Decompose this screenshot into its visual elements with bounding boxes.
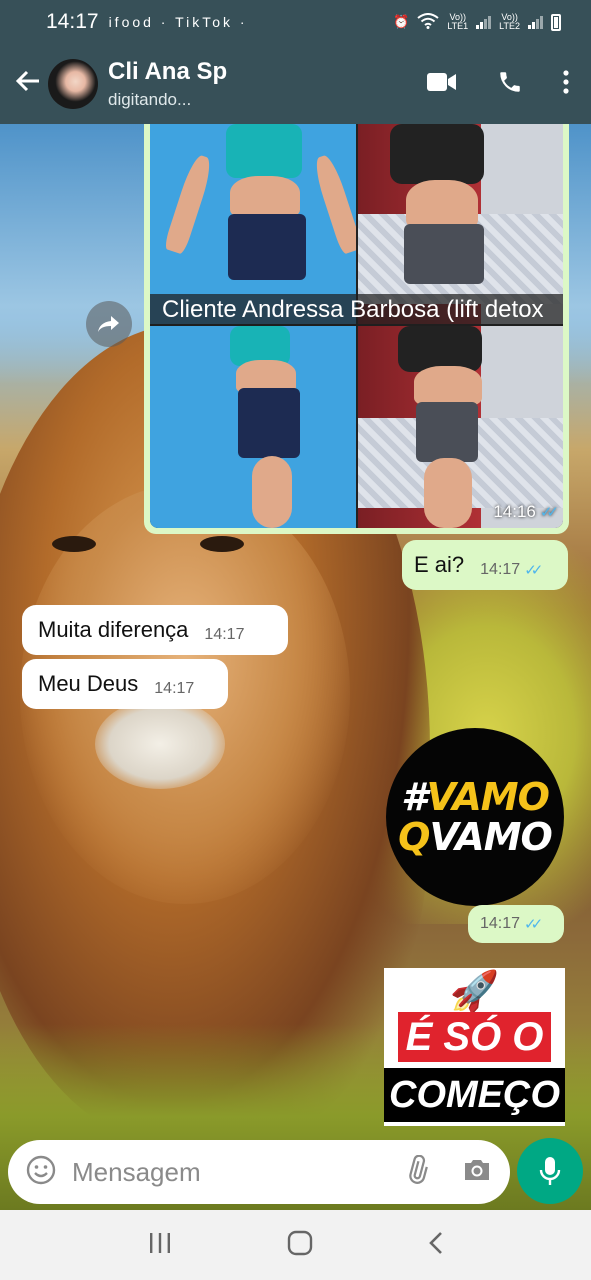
message-text: Muita diferença: [38, 617, 189, 642]
sticker-vamo-q-vamo[interactable]: #VAMO QVAMO: [386, 728, 564, 906]
sticker-line-2: COMEÇO: [384, 1068, 565, 1122]
incoming-message[interactable]: Muita diferença 14:17: [22, 605, 288, 655]
notification-icons: ifood · TikTok ·: [108, 14, 248, 30]
message-time: 14:17: [480, 915, 521, 932]
message-time: 14:17: [204, 626, 245, 643]
signal-2-icon: [528, 15, 543, 29]
message-meta: 14:17: [204, 626, 244, 644]
emoji-icon[interactable]: [26, 1155, 56, 1190]
image-caption-overlay: Cliente Andressa Barbosa (lift detox: [150, 294, 563, 326]
system-nav-bar: [0, 1210, 591, 1280]
typing-status: digitando...: [108, 90, 192, 109]
avatar[interactable]: [48, 59, 98, 109]
message-text: E ai?: [414, 552, 465, 577]
forward-button[interactable]: [86, 301, 132, 347]
attach-icon[interactable]: [402, 1154, 432, 1190]
sim2-indicator: Vo)) LTE2: [499, 12, 520, 31]
read-ticks-icon: ✓✓: [524, 562, 543, 579]
mic-button[interactable]: [517, 1138, 583, 1204]
message-text: Meu Deus: [38, 671, 139, 696]
alarm-icon: ⏰: [393, 14, 410, 29]
wifi-icon: [417, 12, 439, 32]
chat-header: Cli Ana Sp digitando...: [0, 44, 591, 124]
battery-icon: [551, 13, 561, 31]
message-input[interactable]: [72, 1156, 372, 1188]
status-bar: 14:17 ifood · TikTok · ⏰ Vo)) LTE1 Vo)) LT…: [0, 0, 591, 44]
message-meta: 14:17: [154, 680, 194, 698]
sim1-indicator: Vo)) LTE1: [447, 12, 469, 31]
contact-name: Cli Ana Sp: [108, 58, 228, 85]
home-icon[interactable]: [287, 1230, 313, 1261]
sticker-line-1: É SÓ O: [397, 1012, 552, 1062]
message-meta: 14:16 ✓✓: [493, 502, 559, 522]
message-time: 14:17: [154, 680, 195, 697]
incoming-message[interactable]: Meu Deus 14:17: [22, 659, 228, 709]
recent-apps-icon[interactable]: [148, 1232, 172, 1259]
read-ticks-icon: ✓✓: [524, 916, 543, 933]
status-time: 14:17: [46, 10, 99, 33]
signal-1-icon: [476, 15, 492, 29]
more-vert-icon[interactable]: [563, 69, 569, 99]
back-arrow-icon[interactable]: [8, 67, 48, 101]
message-composer: [8, 1140, 510, 1204]
sticker-e-so-o-comeco[interactable]: 🚀 É SÓ O COMEÇO: [384, 968, 565, 1126]
message-time: 14:16: [493, 502, 536, 521]
before-after-photo[interactable]: Cliente Andressa Barbosa (lift detox 14:…: [150, 124, 563, 528]
image-message[interactable]: Cliente Andressa Barbosa (lift detox 14:…: [144, 124, 569, 534]
outgoing-message[interactable]: E ai? 14:17 ✓✓: [402, 540, 568, 590]
read-ticks-icon: ✓✓: [539, 504, 559, 521]
message-meta: 14:17 ✓✓: [480, 561, 543, 579]
forward-icon: [98, 316, 119, 332]
rocket-icon: 🚀: [449, 970, 500, 1014]
video-call-icon[interactable]: [427, 72, 457, 97]
back-nav-icon[interactable]: [428, 1231, 444, 1260]
mic-icon: [539, 1157, 561, 1185]
contact-info[interactable]: Cli Ana Sp digitando...: [108, 58, 227, 110]
camera-icon[interactable]: [462, 1157, 492, 1188]
sticker-meta: 14:17 ✓✓: [468, 905, 564, 943]
phone-icon[interactable]: [497, 69, 523, 100]
message-time: 14:17: [480, 561, 521, 578]
